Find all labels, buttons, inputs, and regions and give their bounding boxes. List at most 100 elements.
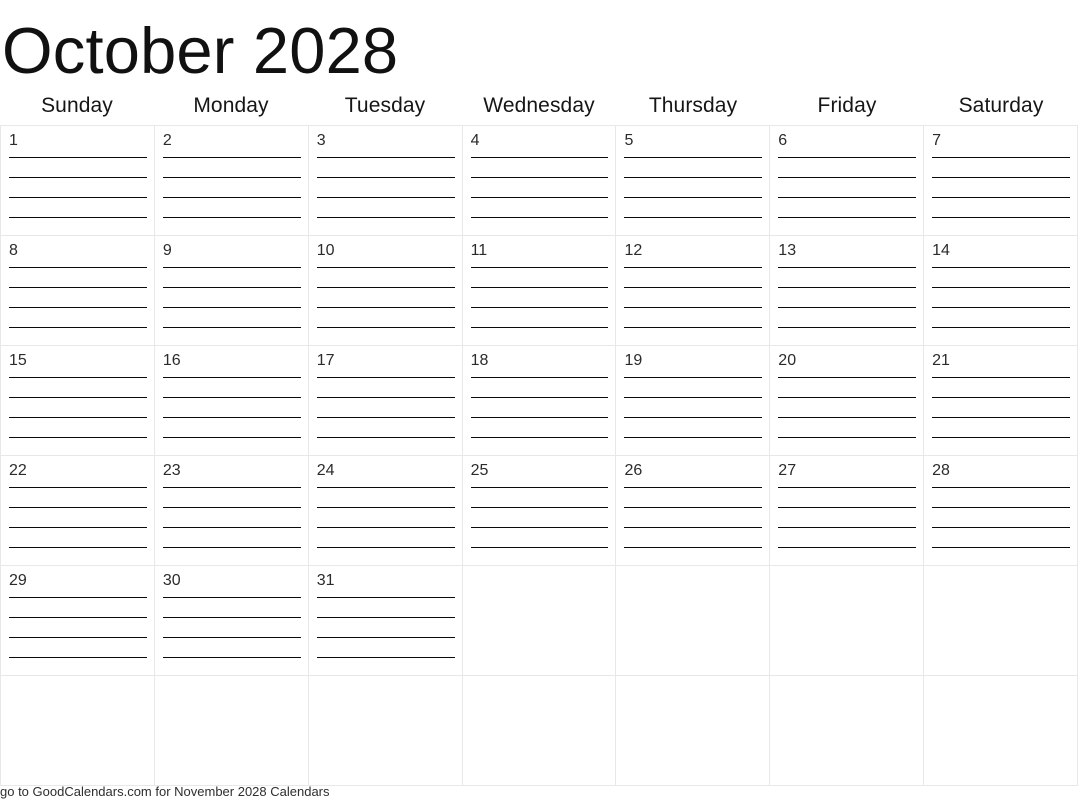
note-line[interactable] xyxy=(932,547,1071,548)
note-line[interactable] xyxy=(162,657,301,658)
note-line[interactable] xyxy=(624,307,763,308)
day-cell-empty[interactable] xyxy=(1,676,155,786)
note-line[interactable] xyxy=(162,327,301,328)
note-line[interactable] xyxy=(9,377,147,378)
note-line[interactable] xyxy=(9,597,147,598)
day-cell-17[interactable]: 17 xyxy=(308,346,463,456)
note-line[interactable] xyxy=(162,547,301,548)
note-line[interactable] xyxy=(470,177,609,178)
day-cell-empty[interactable] xyxy=(462,566,617,676)
day-cell-5[interactable]: 5 xyxy=(616,126,771,236)
note-line[interactable] xyxy=(470,437,609,438)
day-cell-24[interactable]: 24 xyxy=(308,456,463,566)
note-line[interactable] xyxy=(932,527,1071,528)
day-cell-empty[interactable] xyxy=(616,566,771,676)
note-line[interactable] xyxy=(624,267,763,268)
note-line[interactable] xyxy=(162,487,301,488)
note-line[interactable] xyxy=(316,217,455,218)
note-line[interactable] xyxy=(778,397,917,398)
note-line[interactable] xyxy=(778,487,917,488)
day-cell-20[interactable]: 20 xyxy=(770,346,925,456)
note-line[interactable] xyxy=(9,547,147,548)
note-line[interactable] xyxy=(932,307,1071,308)
note-line[interactable] xyxy=(9,307,147,308)
note-line[interactable] xyxy=(624,487,763,488)
note-line[interactable] xyxy=(470,487,609,488)
note-line[interactable] xyxy=(624,547,763,548)
note-line[interactable] xyxy=(624,327,763,328)
note-line[interactable] xyxy=(932,197,1071,198)
note-line[interactable] xyxy=(162,597,301,598)
note-line[interactable] xyxy=(9,197,147,198)
note-line[interactable] xyxy=(624,377,763,378)
day-cell-28[interactable]: 28 xyxy=(924,456,1079,566)
note-line[interactable] xyxy=(624,527,763,528)
note-line[interactable] xyxy=(470,547,609,548)
note-line[interactable] xyxy=(162,197,301,198)
note-line[interactable] xyxy=(316,177,455,178)
note-line[interactable] xyxy=(316,287,455,288)
day-cell-30[interactable]: 30 xyxy=(154,566,309,676)
note-line[interactable] xyxy=(316,417,455,418)
note-line[interactable] xyxy=(9,177,147,178)
note-line[interactable] xyxy=(624,417,763,418)
day-cell-9[interactable]: 9 xyxy=(154,236,309,346)
day-cell-23[interactable]: 23 xyxy=(154,456,309,566)
note-line[interactable] xyxy=(778,377,917,378)
note-line[interactable] xyxy=(9,157,147,158)
note-line[interactable] xyxy=(932,177,1071,178)
note-line[interactable] xyxy=(9,487,147,488)
note-line[interactable] xyxy=(162,217,301,218)
note-line[interactable] xyxy=(624,397,763,398)
note-line[interactable] xyxy=(778,327,917,328)
note-line[interactable] xyxy=(162,617,301,618)
note-line[interactable] xyxy=(932,397,1071,398)
note-line[interactable] xyxy=(470,287,609,288)
day-cell-1[interactable]: 1 xyxy=(1,126,155,236)
note-line[interactable] xyxy=(316,267,455,268)
note-line[interactable] xyxy=(470,417,609,418)
note-line[interactable] xyxy=(932,377,1071,378)
note-line[interactable] xyxy=(162,177,301,178)
note-line[interactable] xyxy=(932,437,1071,438)
day-cell-18[interactable]: 18 xyxy=(462,346,617,456)
day-cell-7[interactable]: 7 xyxy=(924,126,1079,236)
day-cell-empty[interactable] xyxy=(616,676,771,786)
note-line[interactable] xyxy=(470,377,609,378)
day-cell-27[interactable]: 27 xyxy=(770,456,925,566)
note-line[interactable] xyxy=(778,547,917,548)
day-cell-31[interactable]: 31 xyxy=(308,566,463,676)
note-line[interactable] xyxy=(778,287,917,288)
day-cell-16[interactable]: 16 xyxy=(154,346,309,456)
note-line[interactable] xyxy=(624,177,763,178)
note-line[interactable] xyxy=(9,507,147,508)
note-line[interactable] xyxy=(162,307,301,308)
note-line[interactable] xyxy=(316,307,455,308)
day-cell-empty[interactable] xyxy=(770,676,925,786)
note-line[interactable] xyxy=(9,637,147,638)
note-line[interactable] xyxy=(624,437,763,438)
day-cell-13[interactable]: 13 xyxy=(770,236,925,346)
note-line[interactable] xyxy=(9,397,147,398)
day-cell-19[interactable]: 19 xyxy=(616,346,771,456)
note-line[interactable] xyxy=(9,617,147,618)
note-line[interactable] xyxy=(778,507,917,508)
note-line[interactable] xyxy=(932,157,1071,158)
note-line[interactable] xyxy=(470,157,609,158)
note-line[interactable] xyxy=(624,197,763,198)
note-line[interactable] xyxy=(9,267,147,268)
note-line[interactable] xyxy=(9,287,147,288)
day-cell-4[interactable]: 4 xyxy=(462,126,617,236)
note-line[interactable] xyxy=(624,217,763,218)
day-cell-25[interactable]: 25 xyxy=(462,456,617,566)
note-line[interactable] xyxy=(778,157,917,158)
day-cell-empty[interactable] xyxy=(924,676,1079,786)
note-line[interactable] xyxy=(932,327,1071,328)
day-cell-10[interactable]: 10 xyxy=(308,236,463,346)
note-line[interactable] xyxy=(778,197,917,198)
note-line[interactable] xyxy=(316,377,455,378)
note-line[interactable] xyxy=(778,527,917,528)
note-line[interactable] xyxy=(932,287,1071,288)
note-line[interactable] xyxy=(778,267,917,268)
note-line[interactable] xyxy=(162,267,301,268)
